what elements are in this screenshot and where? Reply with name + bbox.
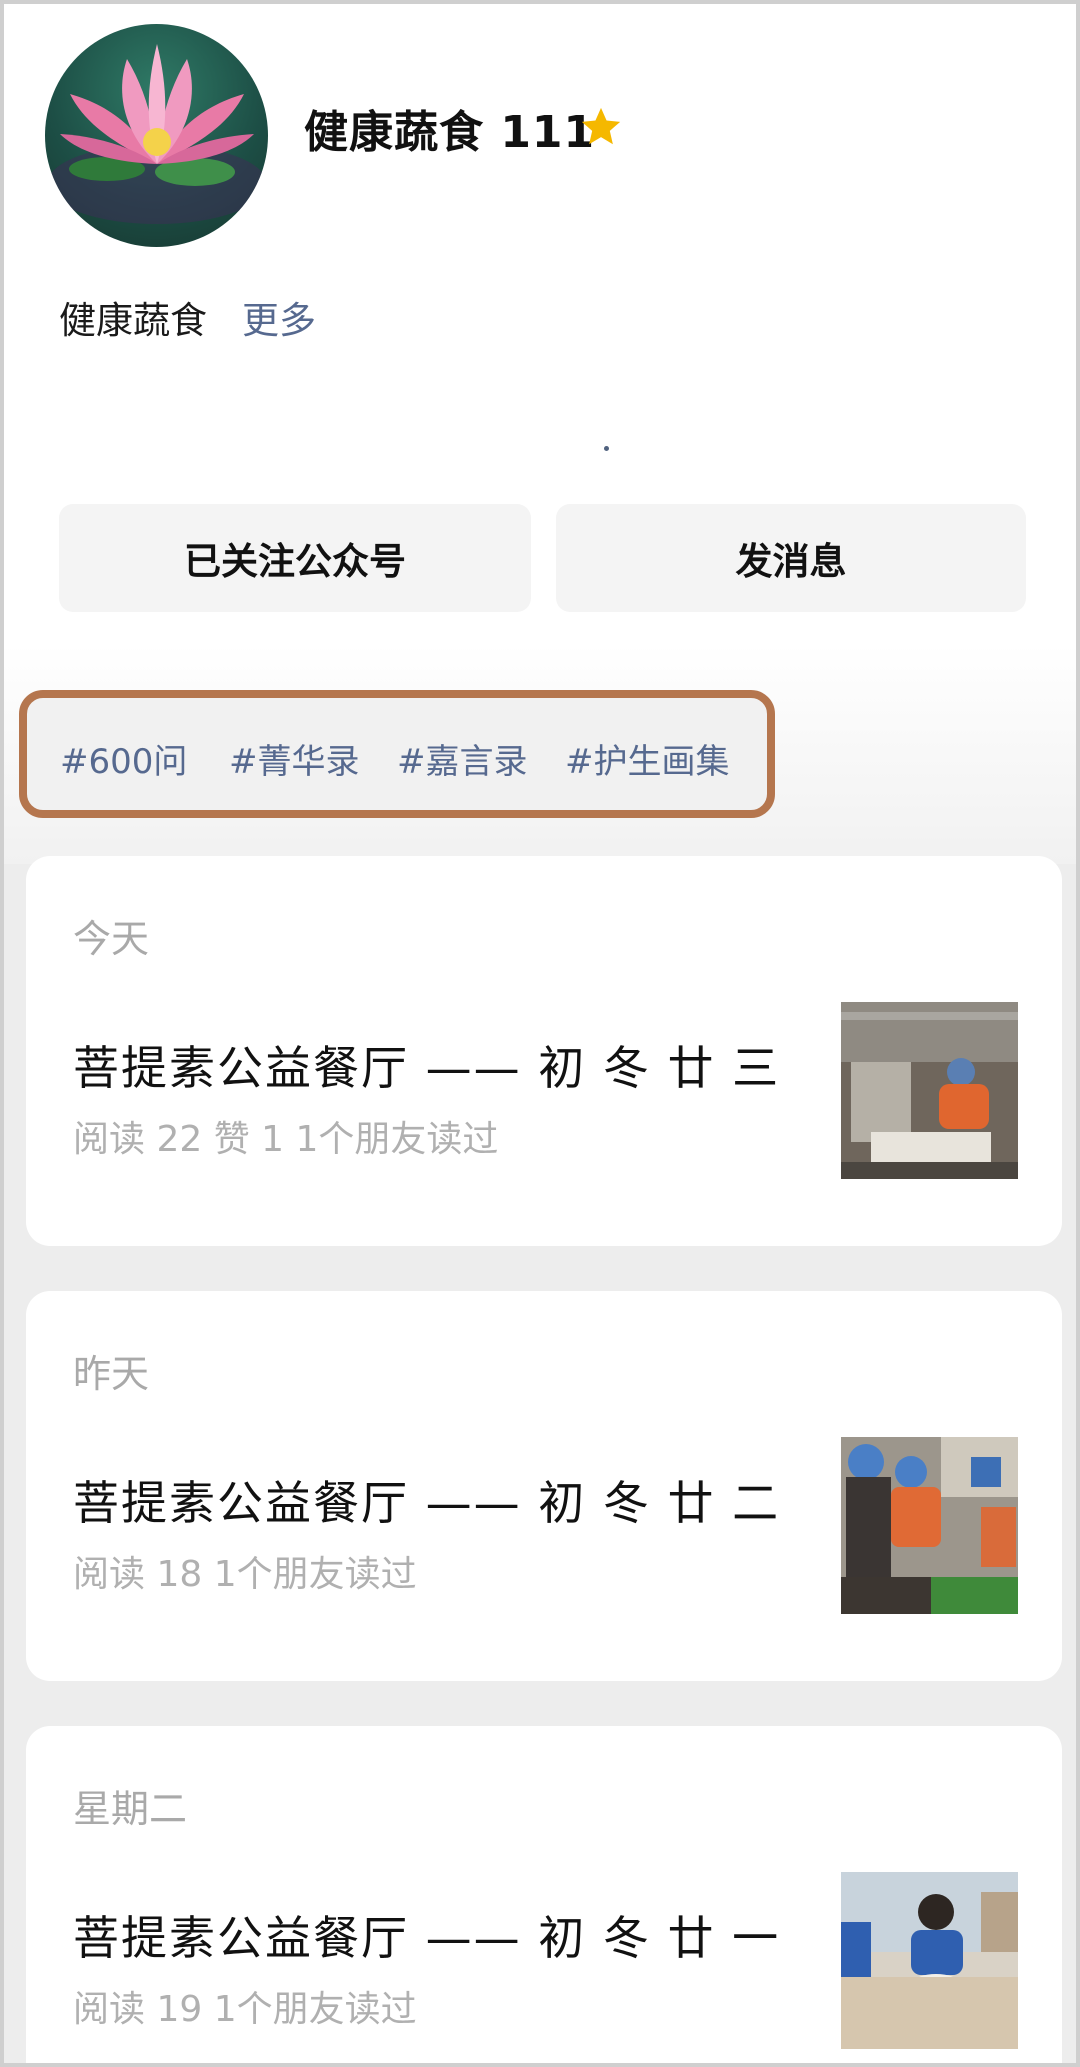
page-indicator-dot xyxy=(604,446,609,451)
article-thumbnail[interactable] xyxy=(841,1002,1018,1179)
article-title[interactable]: 菩提素公益餐厅 —— 初 冬 廿 三 xyxy=(73,1032,780,1098)
article-date: 今天 xyxy=(73,917,150,961)
account-profile-page: 健康蔬食 111 健康蔬食 更多 已关注公众号 发消息 #600问 #菁华录 #… xyxy=(0,0,1080,2067)
article-card[interactable]: 昨天 菩提素公益餐厅 —— 初 冬 廿 二 阅读 18 1个朋友读过 xyxy=(26,1291,1062,1681)
account-bio: 健康蔬食 xyxy=(59,299,207,342)
volunteers-photo-image xyxy=(841,1437,1018,1614)
article-title[interactable]: 菩提素公益餐厅 —— 初 冬 廿 一 xyxy=(73,1902,780,1968)
avatar[interactable] xyxy=(45,24,268,247)
more-link[interactable]: 更多 xyxy=(242,290,316,344)
account-name: 健康蔬食 111 xyxy=(304,107,596,158)
star-icon[interactable] xyxy=(578,104,624,150)
kitchen-photo-image xyxy=(841,1002,1018,1179)
topic-tags-bar: #600问 #菁华录 #嘉言录 #护生画集 xyxy=(19,690,775,818)
article-card[interactable]: 今天 菩提素公益餐厅 —— 初 冬 廿 三 阅读 22 赞 1 1个朋友读过 xyxy=(26,856,1062,1246)
article-stats: 阅读 22 赞 1 1个朋友读过 xyxy=(73,1119,499,1160)
tag-600-questions[interactable]: #600问 xyxy=(60,734,187,783)
children-eating-photo-image xyxy=(841,1872,1018,2049)
article-title[interactable]: 菩提素公益餐厅 —— 初 冬 廿 二 xyxy=(73,1467,780,1533)
followed-account-button[interactable]: 已关注公众号 xyxy=(59,504,531,612)
send-message-button[interactable]: 发消息 xyxy=(556,504,1026,612)
tag-jiayan-lu[interactable]: #嘉言录 xyxy=(397,734,528,783)
article-card[interactable]: 星期二 菩提素公益餐厅 —— 初 冬 廿 一 阅读 19 1个朋友读过 xyxy=(26,1726,1062,2063)
article-thumbnail[interactable] xyxy=(841,1437,1018,1614)
article-date: 星期二 xyxy=(73,1787,188,1831)
lotus-avatar-image xyxy=(47,44,267,224)
article-thumbnail[interactable] xyxy=(841,1872,1018,2049)
tag-husheng-huaji[interactable]: #护生画集 xyxy=(565,734,730,783)
article-date: 昨天 xyxy=(73,1352,150,1396)
article-stats: 阅读 19 1个朋友读过 xyxy=(73,1989,417,2030)
article-stats: 阅读 18 1个朋友读过 xyxy=(73,1554,417,1595)
tag-jinghua-lu[interactable]: #菁华录 xyxy=(229,734,360,783)
